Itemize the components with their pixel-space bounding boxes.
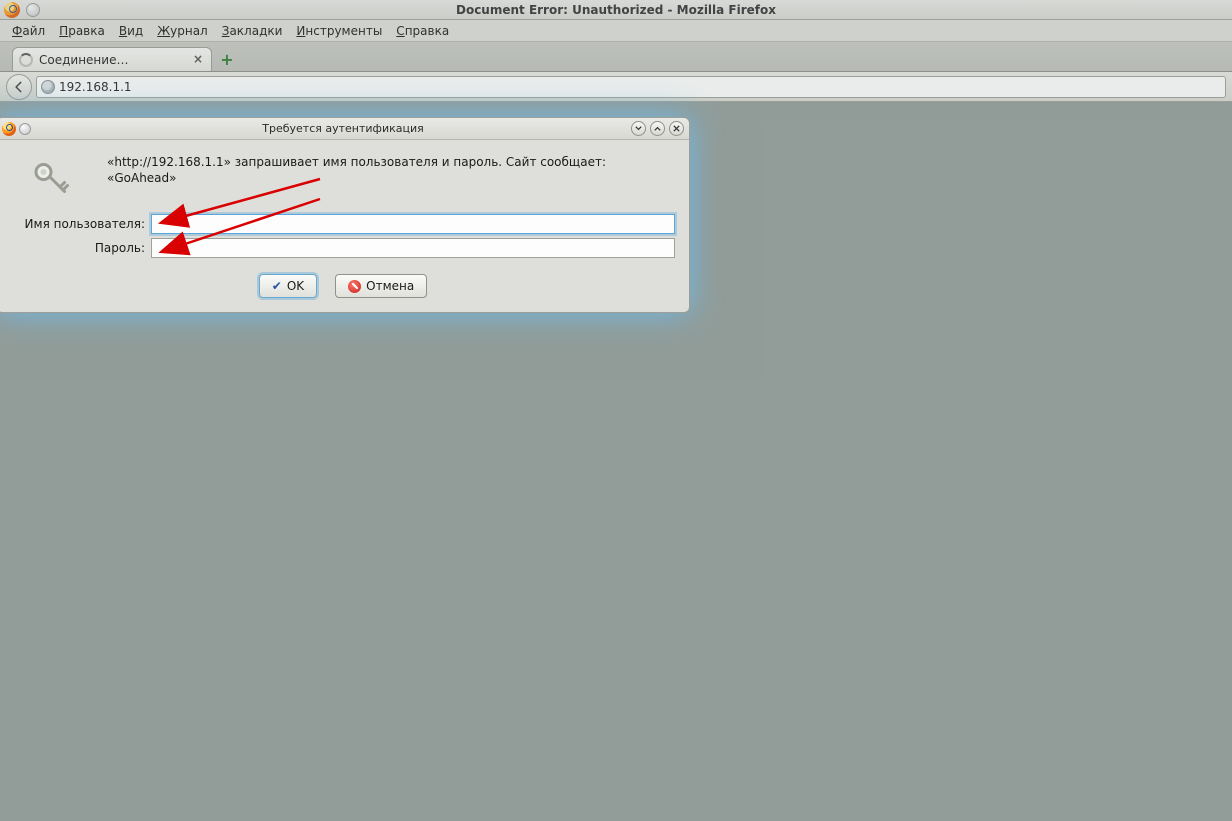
dialog-minimize-button[interactable] <box>631 121 646 136</box>
browser-tab[interactable]: Соединение… × <box>12 47 212 71</box>
ok-button-label: OK <box>287 279 304 293</box>
password-label: Пароль: <box>11 241 151 255</box>
dialog-close-button[interactable] <box>669 121 684 136</box>
back-button[interactable] <box>6 74 32 100</box>
dialog-titlebar[interactable]: Требуется аутентификация <box>0 118 689 140</box>
menu-edit[interactable]: Правка <box>53 22 111 40</box>
menu-history[interactable]: Журнал <box>151 22 214 40</box>
key-icon <box>11 154 91 202</box>
tabstrip: Соединение… × + <box>0 42 1232 72</box>
loading-throbber-icon <box>19 53 33 67</box>
username-input[interactable] <box>151 214 675 234</box>
username-label: Имя пользователя: <box>11 217 151 231</box>
cancel-button[interactable]: Отмена <box>335 274 427 298</box>
window-indicator-icon <box>26 3 40 17</box>
tab-label: Соединение… <box>39 53 185 67</box>
window-title: Document Error: Unauthorized - Mozilla F… <box>0 3 1232 17</box>
cancel-icon <box>348 280 361 293</box>
menubar: Файл Правка Вид Журнал Закладки Инструме… <box>0 20 1232 42</box>
menu-help[interactable]: Справка <box>390 22 455 40</box>
menu-file[interactable]: Файл <box>6 22 51 40</box>
cancel-button-label: Отмена <box>366 279 414 293</box>
ok-button[interactable]: ✔ OK <box>259 274 317 298</box>
auth-dialog: Требуется аутентификация <box>0 117 690 313</box>
dialog-indicator-icon <box>19 123 31 135</box>
check-icon: ✔ <box>272 279 282 293</box>
tab-close-button[interactable]: × <box>191 53 205 67</box>
new-tab-button[interactable]: + <box>216 49 238 69</box>
firefox-dialog-icon <box>2 122 16 136</box>
globe-icon <box>41 80 55 94</box>
menu-tools[interactable]: Инструменты <box>290 22 388 40</box>
menu-bookmarks[interactable]: Закладки <box>216 22 289 40</box>
back-arrow-icon <box>12 80 26 94</box>
url-text: 192.168.1.1 <box>59 80 132 94</box>
dialog-message: «http://192.168.1.1» запрашивает имя пол… <box>107 154 675 186</box>
firefox-app-icon <box>4 2 20 18</box>
password-input[interactable] <box>151 238 675 258</box>
dialog-title: Требуется аутентификация <box>0 122 689 135</box>
nav-toolbar: 192.168.1.1 <box>0 72 1232 102</box>
address-bar[interactable]: 192.168.1.1 <box>36 76 1226 98</box>
menu-view[interactable]: Вид <box>113 22 149 40</box>
dialog-maximize-button[interactable] <box>650 121 665 136</box>
main-window-titlebar: Document Error: Unauthorized - Mozilla F… <box>0 0 1232 20</box>
